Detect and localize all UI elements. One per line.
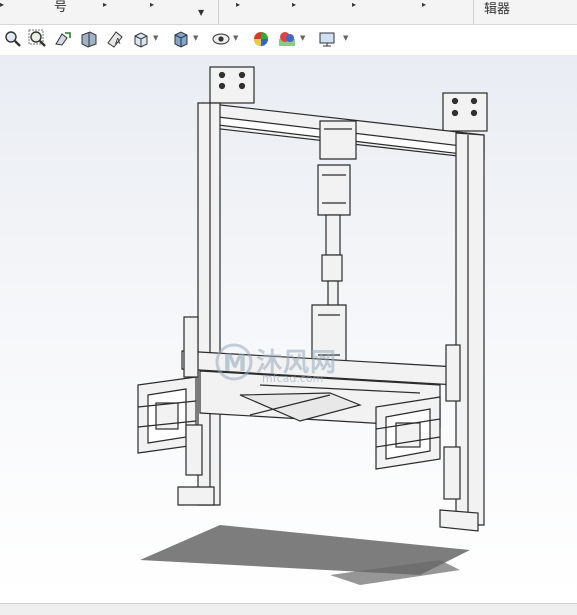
- ribbon-fragment-r4: ▸: [422, 0, 427, 9]
- upper-cylinder: [317, 164, 351, 216]
- apply-scene-dropdown[interactable]: ▼: [300, 34, 305, 42]
- watermark-logo-icon: M: [215, 343, 253, 381]
- ribbon-fragment-mid: ▸: [103, 0, 108, 9]
- watermark-url: mfcad.com: [262, 372, 324, 385]
- graphics-area[interactable]: M 沐风网 mfcad.com: [0, 55, 577, 603]
- cad-model: [137, 66, 488, 585]
- heads-up-view-toolbar: A ▼ ▼ ▼ ▼ ▼: [0, 25, 577, 55]
- ribbon-separator: [218, 0, 219, 24]
- view-orientation-icon[interactable]: [130, 28, 152, 50]
- ribbon-fragment-left: ▸: [0, 0, 5, 9]
- view-orientation-dropdown[interactable]: ▼: [153, 34, 158, 42]
- view-settings-icon[interactable]: [316, 28, 338, 50]
- ribbon-label-right[interactable]: 辑器: [484, 3, 510, 16]
- status-bar-edge: [0, 603, 577, 615]
- center-bracket: [319, 120, 357, 160]
- zoom-to-fit-icon[interactable]: [2, 28, 24, 50]
- watermark: M 沐风网 mfcad.com: [214, 342, 374, 390]
- section-view-icon[interactable]: [78, 28, 100, 50]
- command-manager-ribbon: 号 ▸ ▸ ▸ ▼ ▸ ▸ ▸ ▸ 辑器: [0, 0, 577, 25]
- ribbon-dropdown-arrow[interactable]: ▼: [198, 8, 204, 17]
- ribbon-separator-2: [473, 0, 474, 24]
- right-mount-plate: [442, 92, 488, 132]
- ribbon-fragment-r2: ▸: [292, 0, 297, 9]
- previous-view-icon[interactable]: [52, 28, 74, 50]
- svg-text:A: A: [115, 37, 121, 46]
- dynamic-annotation-icon[interactable]: A: [104, 28, 126, 50]
- ribbon-fragment-r3: ▸: [352, 0, 357, 9]
- apply-scene-icon[interactable]: [276, 28, 298, 50]
- ribbon-fragment-r1: ▸: [236, 0, 241, 9]
- edit-appearance-icon[interactable]: [250, 28, 272, 50]
- display-style-icon[interactable]: [170, 28, 192, 50]
- view-settings-dropdown[interactable]: ▼: [343, 34, 348, 42]
- zoom-to-area-icon[interactable]: [26, 28, 48, 50]
- hide-show-items-icon[interactable]: [210, 28, 232, 50]
- svg-text:M: M: [223, 349, 247, 377]
- hide-show-dropdown[interactable]: ▼: [233, 34, 238, 42]
- left-mount-plate: [209, 66, 255, 104]
- ribbon-fragment-mid2: ▸: [150, 0, 155, 9]
- display-style-dropdown[interactable]: ▼: [193, 34, 198, 42]
- ribbon-label-left[interactable]: 号: [54, 1, 67, 14]
- center-rod: [325, 214, 341, 256]
